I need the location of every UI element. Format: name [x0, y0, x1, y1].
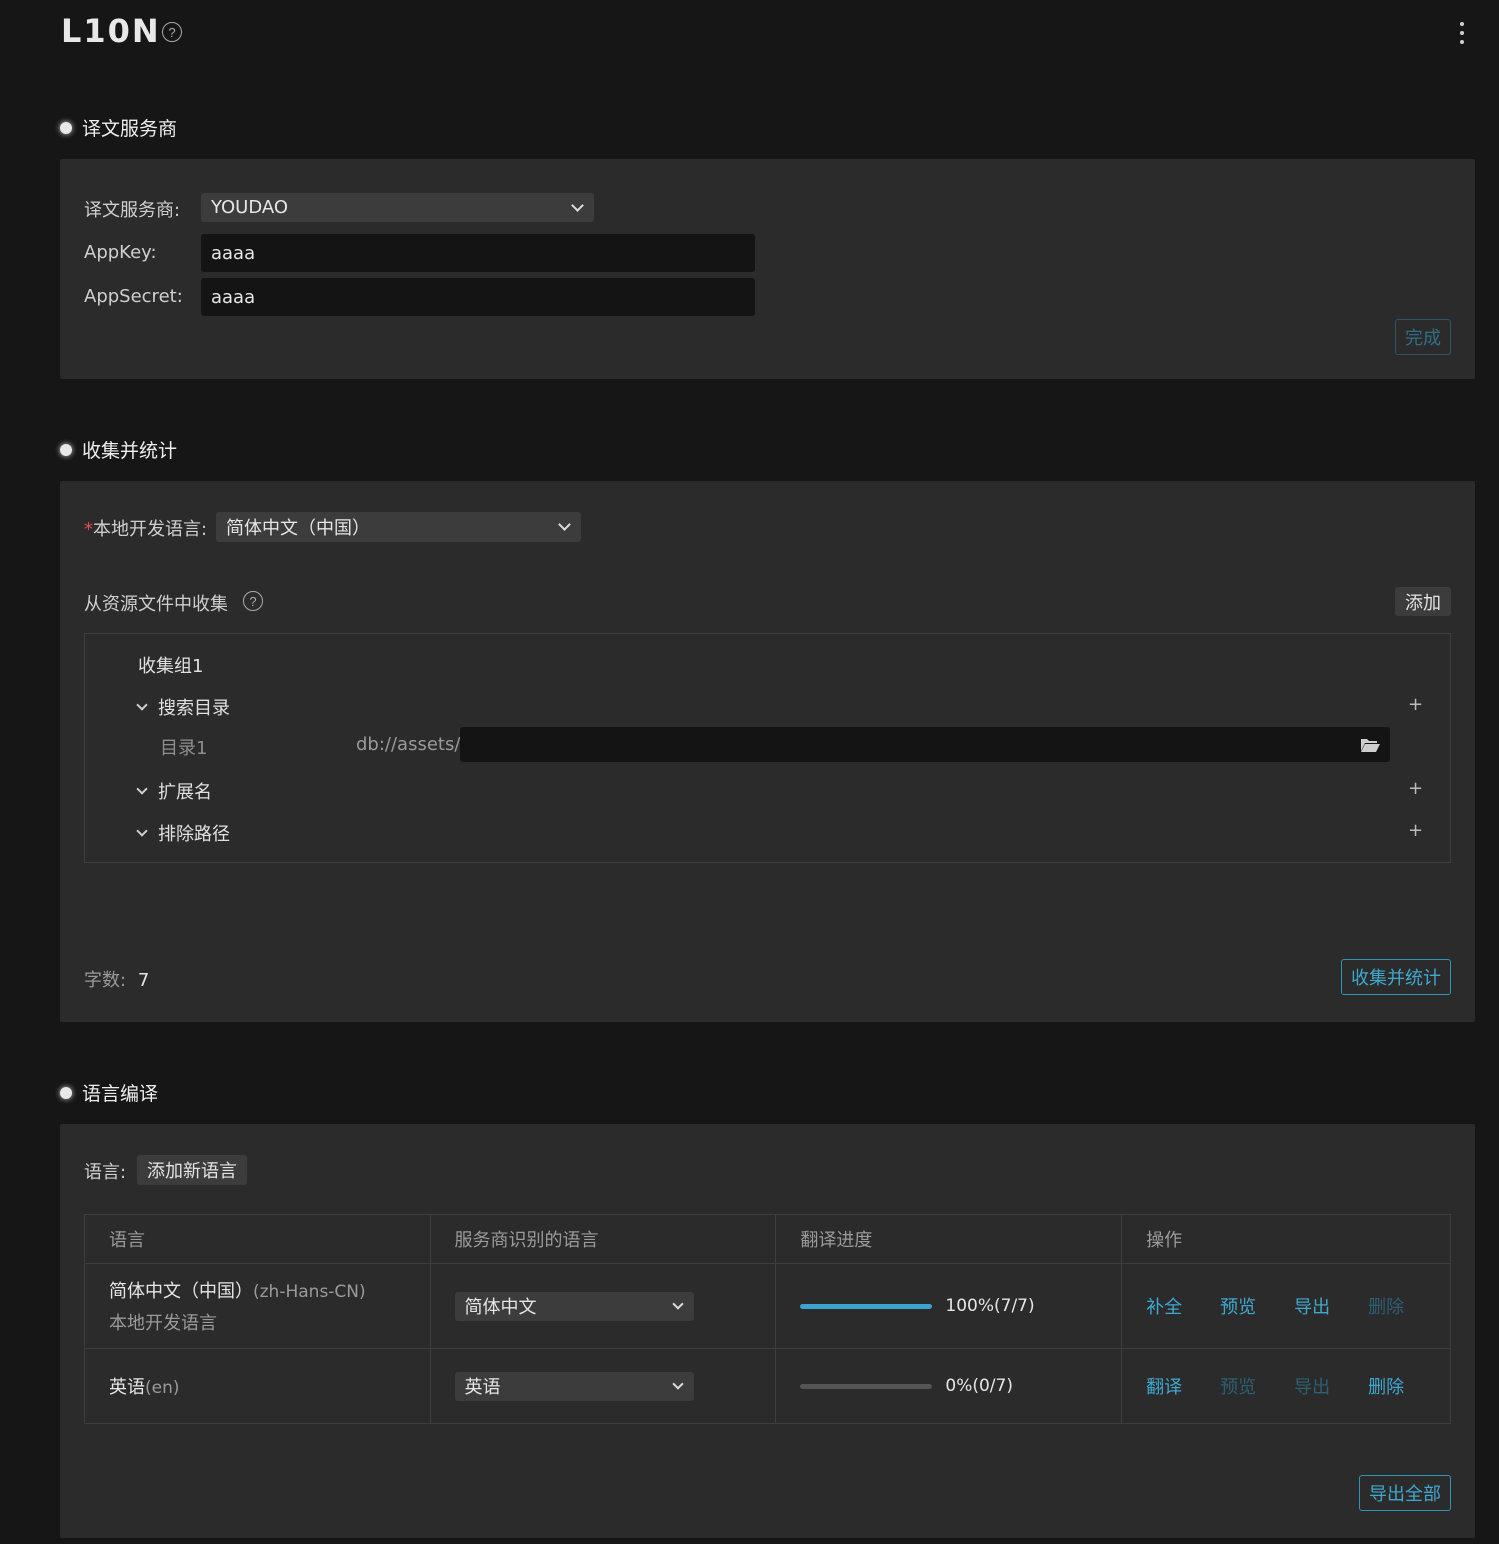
header-language: 语言: [84, 1214, 431, 1264]
appkey-label: AppKey:: [84, 242, 157, 263]
progress-cell: 100%(7/7): [775, 1263, 1123, 1349]
provider-language-select[interactable]: 英语: [454, 1371, 694, 1401]
complete-action[interactable]: 补全: [1146, 1293, 1182, 1319]
section-compile-heading: 语言编译: [60, 1079, 158, 1106]
help-icon[interactable]: ?: [162, 22, 182, 42]
provider-language-select[interactable]: 简体中文: [454, 1291, 694, 1321]
provider-select-value: YOUDAO: [211, 197, 289, 218]
chevron-down-icon: [136, 782, 148, 795]
progress-text: 100%(7/7): [945, 1296, 1035, 1316]
chevron-down-icon: [671, 1297, 684, 1310]
appsecret-input[interactable]: aaaa: [201, 278, 755, 316]
actions-cell: 翻译 预览 导出 删除: [1121, 1348, 1451, 1424]
provider-select[interactable]: YOUDAO: [201, 193, 594, 222]
progress-cell: 0%(0/7): [775, 1348, 1123, 1424]
dir-prefix: db://assets/: [356, 734, 461, 755]
language-cell: 简体中文（中国）(zh-Hans-CN) 本地开发语言: [84, 1263, 431, 1349]
collect-stats-button[interactable]: 收集并统计: [1341, 959, 1451, 995]
app-title: L10N: [61, 12, 161, 50]
add-language-button[interactable]: 添加新语言: [137, 1155, 247, 1185]
dir-item-label: 目录1: [160, 738, 208, 759]
provider-label: 译文服务商:: [84, 200, 181, 221]
word-count: 字数: 7: [84, 970, 150, 991]
preview-action[interactable]: 预览: [1220, 1293, 1256, 1319]
section-collect-heading: 收集并统计: [60, 436, 177, 463]
dir-path-input[interactable]: [460, 727, 1390, 762]
progress-text: 0%(0/7): [945, 1376, 1013, 1396]
group-title: 收集组1: [138, 656, 204, 677]
bullet-icon: [60, 443, 72, 456]
section-provider-heading: 译文服务商: [60, 114, 177, 141]
bullet-icon: [60, 121, 72, 134]
delete-action[interactable]: 删除: [1368, 1373, 1404, 1399]
progress-bar: [800, 1303, 933, 1309]
progress-bar: [800, 1383, 933, 1389]
actions-cell: 补全 预览 导出 删除: [1121, 1263, 1451, 1349]
dev-language-value: 简体中文（中国）: [226, 518, 370, 539]
appsecret-label: AppSecret:: [84, 286, 183, 307]
add-exclude-path-button[interactable]: +: [1408, 820, 1423, 841]
kebab-menu-icon[interactable]: [1453, 22, 1471, 44]
add-extension-button[interactable]: +: [1408, 778, 1423, 799]
word-count-value: 7: [137, 970, 150, 991]
add-group-button[interactable]: 添加: [1395, 587, 1451, 616]
header-progress: 翻译进度: [775, 1214, 1123, 1264]
export-action[interactable]: 导出: [1294, 1373, 1330, 1399]
table-header-row: 语言 服务商识别的语言 翻译进度 操作: [84, 1214, 1451, 1264]
done-button[interactable]: 完成: [1395, 319, 1451, 355]
exclude-paths-toggle[interactable]: 排除路径: [136, 820, 230, 846]
provider-language-cell: 简体中文: [429, 1263, 777, 1349]
translate-action[interactable]: 翻译: [1146, 1373, 1182, 1399]
add-search-dir-button[interactable]: +: [1408, 694, 1423, 715]
from-resources-label: 从资源文件中收集: [84, 594, 228, 615]
dev-language-select[interactable]: 简体中文（中国）: [216, 512, 581, 542]
header-provider-language: 服务商识别的语言: [429, 1214, 777, 1264]
export-all-button[interactable]: 导出全部: [1359, 1475, 1451, 1511]
appkey-input[interactable]: aaaa: [201, 234, 755, 272]
delete-action[interactable]: 删除: [1368, 1293, 1404, 1319]
chevron-down-icon: [671, 1377, 684, 1390]
chevron-down-icon: [571, 198, 584, 212]
provider-language-cell: 英语: [429, 1348, 777, 1424]
language-label: 语言:: [84, 1162, 127, 1183]
chevron-down-icon: [558, 518, 571, 531]
dev-language-label: *本地开发语言:: [84, 519, 208, 540]
table-row: 英语(en) 英语 0%(0/7) 翻译 预览 导出 删除: [84, 1348, 1451, 1424]
chevron-down-icon: [136, 698, 148, 711]
language-cell: 英语(en): [84, 1348, 431, 1424]
table-row: 简体中文（中国）(zh-Hans-CN) 本地开发语言 简体中文 100%(7/…: [84, 1263, 1451, 1349]
header-actions: 操作: [1121, 1214, 1451, 1264]
bullet-icon: [60, 1086, 72, 1099]
export-action[interactable]: 导出: [1294, 1293, 1330, 1319]
search-dirs-toggle[interactable]: 搜索目录: [136, 694, 230, 720]
language-table: 语言 服务商识别的语言 翻译进度 操作 简体中文（中国）(zh-Hans-CN)…: [84, 1214, 1451, 1424]
extensions-toggle[interactable]: 扩展名: [136, 778, 212, 804]
folder-open-icon[interactable]: [1360, 737, 1381, 758]
help-icon[interactable]: ?: [243, 591, 263, 611]
preview-action[interactable]: 预览: [1220, 1373, 1256, 1399]
chevron-down-icon: [136, 824, 148, 837]
